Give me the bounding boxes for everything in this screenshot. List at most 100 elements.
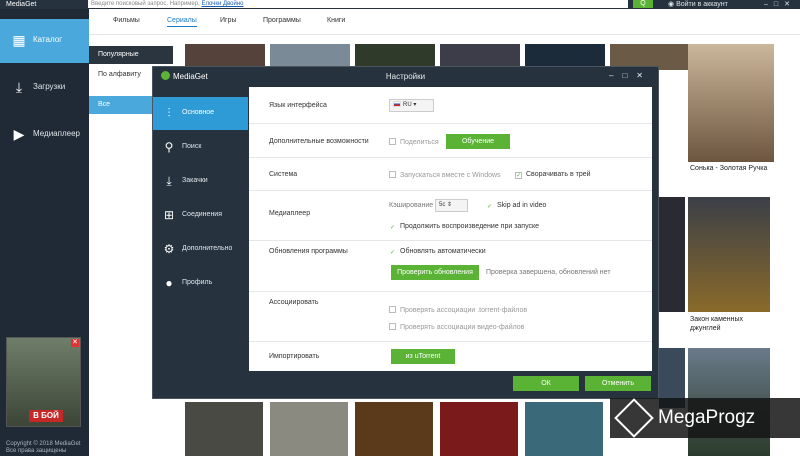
poster[interactable] [185, 402, 263, 456]
check-updates-button[interactable]: Проверить обновления [391, 265, 479, 280]
import-utorrent-button[interactable]: из uTorrent [391, 349, 455, 364]
tab-programs[interactable]: Программы [263, 17, 301, 24]
tray-label: Сворачивать в трей [526, 171, 591, 178]
copyright: Copyright © 2018 MediaGet Все права защи… [6, 441, 80, 455]
settings-nav-label: Дополнительно [182, 245, 233, 252]
setting-row-language: Язык интерфейса RU ▾ [249, 87, 652, 124]
setting-label: Импортировать [269, 353, 320, 360]
tab-books[interactable]: Книги [327, 17, 345, 24]
settings-nav-search[interactable]: ⚲ Поиск [153, 131, 248, 164]
torrent-assoc-label: Проверять ассоциации .torrent-файлов [400, 307, 528, 314]
tutorial-button[interactable]: Обучение [446, 134, 510, 149]
user-icon: ◉ [668, 1, 677, 8]
video-assoc-checkbox[interactable]: Проверять ассоциации видео-файлов [389, 323, 524, 331]
poster[interactable] [525, 402, 603, 456]
app-logo: MediaGet [6, 1, 37, 8]
poster[interactable] [270, 402, 348, 456]
language-select[interactable]: RU ▾ [389, 99, 434, 112]
play-icon: ▶ [13, 126, 25, 142]
auto-update-checkbox[interactable]: ✓ Обновлять автоматически [389, 248, 486, 257]
user-icon: ● [165, 276, 173, 290]
settings-nav-connections[interactable]: ⊞ Соединения [153, 199, 248, 232]
poster-title: Закон каменных джунглей [690, 316, 744, 332]
dialog-brand: MediaGet [161, 71, 208, 81]
poster-title: Сонька - Золотая Ручка [690, 165, 768, 172]
watermark: MegaProgz [610, 398, 800, 438]
setting-label: Дополнительные возможности [269, 138, 369, 145]
dialog-titlebar: Настройки MediaGet –□✕ [153, 67, 658, 86]
poster[interactable] [355, 402, 433, 456]
share-label: Поделиться [400, 139, 439, 146]
poster[interactable] [659, 197, 685, 312]
login-link[interactable]: ◉ Войти в аккаунт [668, 0, 728, 9]
share-checkbox[interactable]: Поделиться [389, 138, 439, 146]
settings-nav-label: Профиль [182, 279, 213, 286]
top-bar: MediaGet Введите поисковый запрос. Напри… [0, 0, 800, 9]
setting-label: Медиаплеер [269, 210, 311, 217]
update-status: Проверка завершена, обновлений нет [486, 269, 611, 276]
sidebar: ▦ Каталог ⤓ Загрузки ▶ Медиаплеер ✕ В БО… [0, 9, 89, 456]
search-button[interactable]: Q [633, 0, 653, 8]
sidebar-item-catalog[interactable]: ▦ Каталог [0, 19, 89, 63]
close-icon[interactable]: ✕ [71, 339, 79, 347]
settings-nav-downloads[interactable]: ⤓ Закачки [153, 165, 248, 198]
cache-label: Кэширование [389, 202, 434, 209]
autostart-checkbox[interactable]: Запускаться вместе с Windows [389, 171, 501, 179]
tab-series[interactable]: Сериалы [167, 17, 197, 27]
setting-label: Ассоциировать [269, 299, 319, 306]
search-hint-link[interactable]: Ёлочки Двойно [201, 1, 243, 7]
poster[interactable] [440, 402, 518, 456]
sidebar-item-downloads[interactable]: ⤓ Загрузки [0, 66, 89, 110]
sidebar-item-mediaplayer[interactable]: ▶ Медиаплеер [0, 113, 89, 157]
setting-label: Обновления программы [269, 248, 348, 255]
auto-update-label: Обновлять автоматически [400, 248, 486, 255]
resume-label: Продолжить воспроизведение при запуске [400, 223, 540, 230]
settings-nav-profile[interactable]: ● Профиль [153, 267, 248, 300]
settings-nav-label: Основное [182, 109, 215, 116]
rights-text: Все права защищены [6, 448, 67, 454]
cache-value: 5с [439, 202, 446, 208]
flag-ru-icon [393, 101, 401, 107]
poster[interactable] [688, 197, 770, 312]
tab-games[interactable]: Игры [220, 17, 237, 24]
tab-movies[interactable]: Фильмы [113, 17, 140, 24]
setting-row-import: Импортировать из uTorrent [249, 342, 652, 371]
dialog-window-controls[interactable]: –□✕ [609, 71, 652, 80]
search-input[interactable]: Введите поисковый запрос. Например, Ёлоч… [88, 0, 628, 8]
settings-nav-general[interactable]: ⫶ Основное [153, 97, 248, 130]
login-label: Войти в аккаунт [676, 1, 728, 8]
settings-nav-advanced[interactable]: ⚙ Дополнительно [153, 233, 248, 266]
network-icon: ⊞ [163, 208, 175, 222]
window-controls[interactable]: –□✕ [764, 0, 796, 9]
tray-checkbox[interactable]: ✓ Сворачивать в трей [515, 171, 591, 179]
setting-row-system: Система Запускаться вместе с Windows ✓ Св… [249, 158, 652, 191]
resume-checkbox[interactable]: ✓ Продолжить воспроизведение при запуске [389, 223, 539, 232]
dialog-title: Настройки [385, 72, 426, 81]
settings-nav-label: Закачки [182, 177, 208, 184]
ad-button[interactable]: В БОЙ [29, 410, 63, 422]
autostart-label: Запускаться вместе с Windows [400, 172, 501, 179]
poster[interactable] [688, 44, 774, 162]
language-value: RU [403, 102, 412, 108]
setting-row-associations: Ассоциировать Проверять ассоциации .torr… [249, 292, 652, 342]
settings-nav-label: Соединения [182, 211, 223, 218]
cancel-button[interactable]: Отменить [585, 376, 651, 391]
ok-button[interactable]: ОК [513, 376, 579, 391]
skip-ad-checkbox[interactable]: ✓ Skip ad in video [486, 202, 546, 211]
setting-row-media: Медиаплеер Кэширование 5с ⇕ ✓ Skip ad in … [249, 191, 652, 241]
search-icon: ⚲ [164, 140, 174, 154]
dialog-brand-label: MediaGet [173, 72, 208, 81]
filter-popular[interactable]: Популярные [89, 46, 173, 64]
setting-label: Язык интерфейса [269, 102, 327, 109]
torrent-assoc-checkbox[interactable]: Проверять ассоциации .torrent-файлов [389, 306, 527, 314]
sidebar-item-label: Загрузки [33, 82, 66, 91]
ad-banner[interactable]: ✕ В БОЙ [6, 337, 81, 427]
download-icon: ⤓ [15, 79, 23, 95]
mediaget-logo-icon [161, 71, 170, 80]
cache-stepper[interactable]: 5с ⇕ [435, 199, 468, 212]
download-icon: ⤓ [166, 174, 172, 188]
settings-nav-label: Поиск [182, 143, 202, 150]
video-assoc-label: Проверять ассоциации видео-файлов [400, 324, 525, 331]
sidebar-item-label: Каталог [33, 35, 63, 44]
setting-row-extras: Дополнительные возможности Поделиться Об… [249, 124, 652, 158]
